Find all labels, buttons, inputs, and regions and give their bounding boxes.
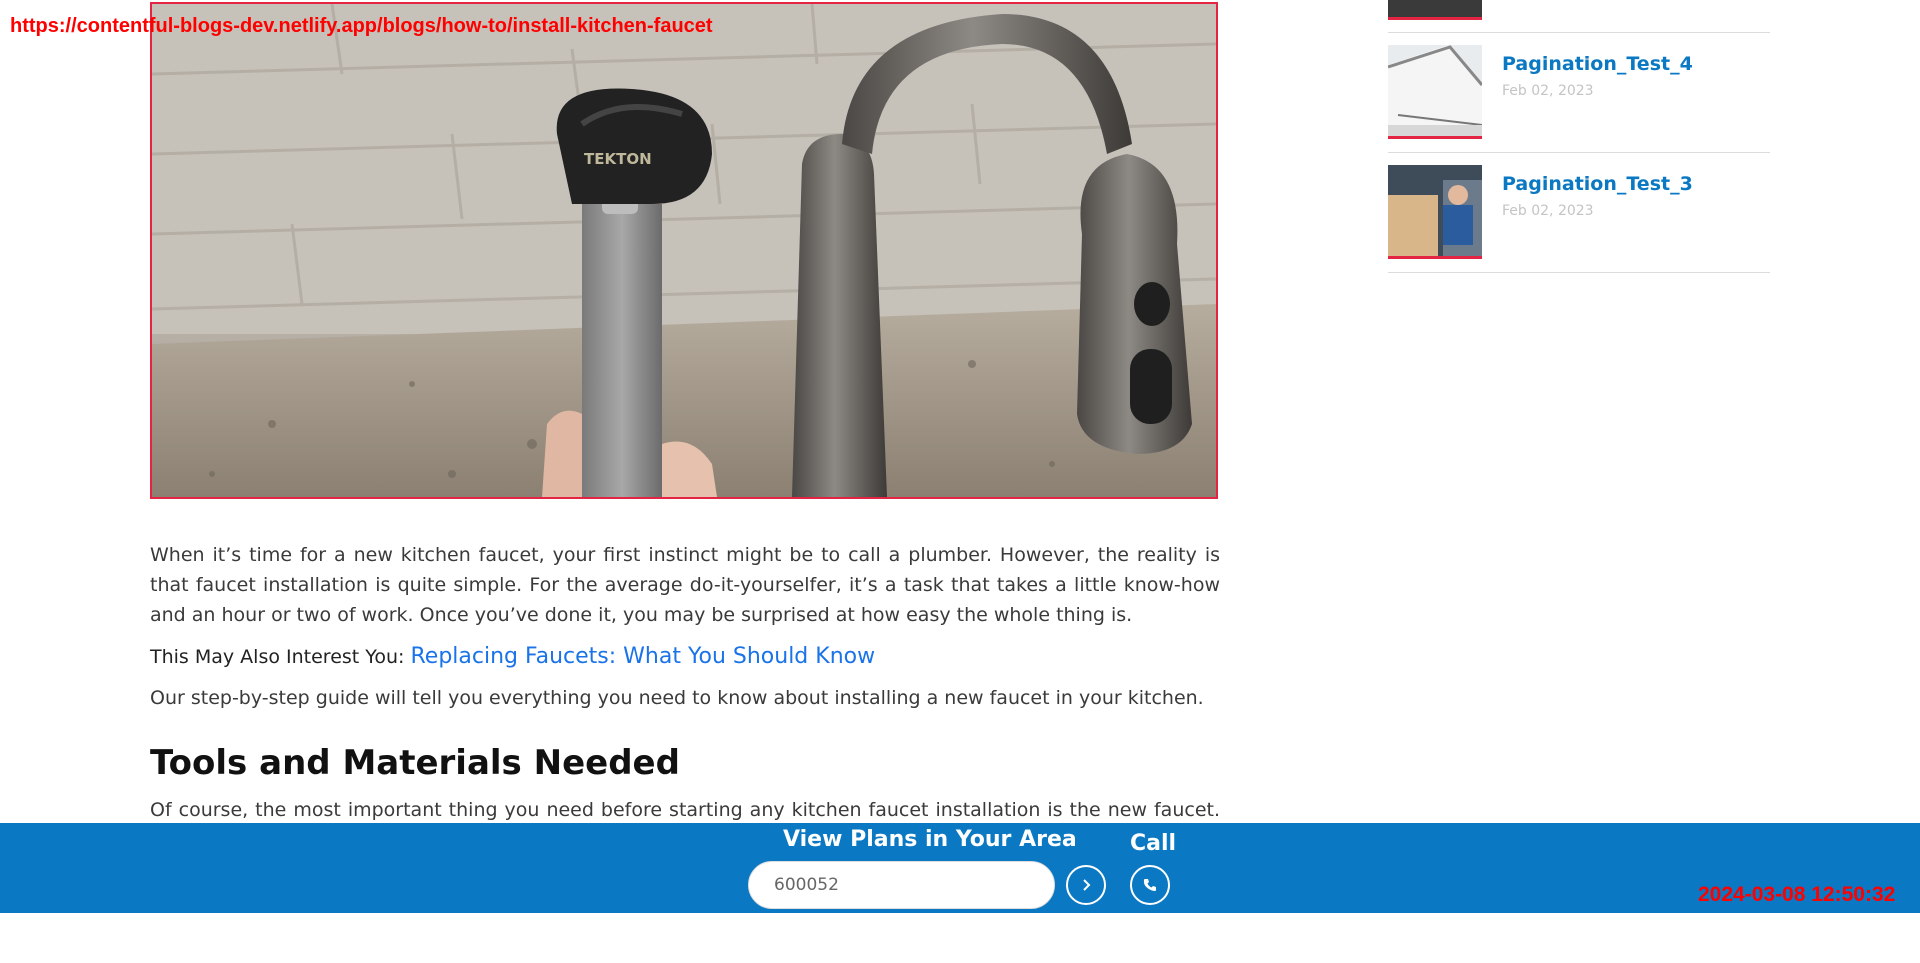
sidebar-card[interactable]: Pagination_Test_4 Feb 02, 2023	[1388, 33, 1770, 153]
sidebar-recent-posts: Pagination_Test_4 Feb 02, 2023 Paginatio…	[1388, 0, 1770, 273]
submit-zip-button[interactable]	[1066, 865, 1106, 905]
sidebar-thumbnail[interactable]	[1388, 165, 1482, 259]
intro-paragraph: When it’s time for a new kitchen faucet,…	[150, 544, 1220, 626]
sidebar-title[interactable]: Pagination_Test_4	[1502, 53, 1693, 75]
sidebar-thumbnail[interactable]	[1388, 0, 1482, 20]
related-link[interactable]: Replacing Faucets: What You Should Know	[410, 644, 875, 669]
phone-icon	[1143, 879, 1156, 891]
zip-input[interactable]	[748, 861, 1055, 909]
sidebar-title[interactable]: Pagination_Test_3	[1502, 173, 1693, 195]
plans-label: View Plans in Your Area	[783, 827, 1077, 852]
related-article: This May Also Interest You: Replacing Fa…	[150, 644, 1220, 669]
call-label: Call	[1130, 831, 1177, 856]
timestamp-overlay: 2024-03-08 12:50:32	[1698, 883, 1896, 906]
section-heading: Tools and Materials Needed	[150, 743, 680, 783]
faucet-photo: TEKTON	[152, 4, 1216, 497]
sidebar-card-partial[interactable]	[1388, 0, 1770, 33]
sidebar-thumbnail[interactable]	[1388, 45, 1482, 139]
chevron-right-icon	[1083, 879, 1091, 891]
tool-brand-text: TEKTON	[584, 150, 652, 168]
sidebar-card[interactable]: Pagination_Test_3 Feb 02, 2023	[1388, 153, 1770, 273]
sticky-cta-bar: View Plans in Your Area Call	[0, 823, 1920, 913]
article-body: When it’s time for a new kitchen faucet,…	[150, 540, 1220, 869]
hero-image: TEKTON	[150, 2, 1218, 499]
url-overlay: https://contentful-blogs-dev.netlify.app…	[10, 15, 713, 37]
guide-paragraph: Our step-by-step guide will tell you eve…	[150, 687, 1204, 709]
related-label: This May Also Interest You:	[150, 646, 405, 668]
call-button[interactable]	[1130, 865, 1170, 905]
sidebar-date: Feb 02, 2023	[1502, 203, 1594, 219]
sidebar-date: Feb 02, 2023	[1502, 83, 1594, 99]
